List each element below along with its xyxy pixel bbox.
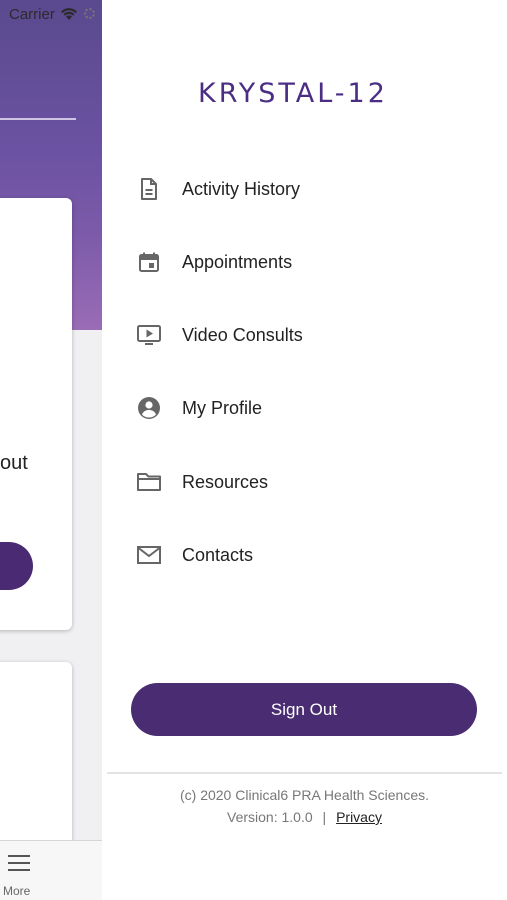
privacy-link[interactable]: Privacy	[336, 809, 382, 825]
tab-bar: More	[0, 840, 102, 900]
background-app: out More	[0, 0, 102, 900]
version-text: Version: 1.0.0	[227, 809, 313, 825]
menu-item-appointments[interactable]: Appointments	[102, 232, 507, 292]
background-hero-divider	[0, 118, 76, 120]
menu-item-contacts[interactable]: Contacts	[102, 525, 507, 585]
calendar-icon	[136, 249, 162, 275]
sign-out-button[interactable]: Sign Out	[131, 683, 477, 736]
video-play-icon	[136, 322, 162, 348]
copyright-text: (c) 2020 Clinical6 PRA Health Sciences.	[179, 787, 429, 803]
background-card-text: out	[0, 452, 28, 474]
menu-item-video-consults[interactable]: Video Consults	[102, 305, 507, 365]
document-icon	[136, 176, 162, 202]
tab-more-label[interactable]: More	[3, 884, 30, 898]
menu-label-activity-history: Activity History	[182, 178, 301, 199]
mail-icon	[136, 542, 162, 568]
app-logo: KRYSTAL-12	[198, 78, 388, 109]
menu-label-resources: Resources	[182, 471, 269, 492]
background-card-secondary	[0, 662, 72, 862]
menu-item-resources[interactable]: Resources	[102, 452, 507, 512]
menu-label-appointments: Appointments	[182, 251, 293, 272]
footer-separator: |	[322, 809, 327, 825]
folder-icon	[136, 469, 162, 495]
menu-label-contacts: Contacts	[182, 544, 254, 565]
version-row: Version: 1.0.0 | Privacy	[102, 809, 507, 825]
footer-divider	[107, 772, 502, 774]
menu-item-my-profile[interactable]: My Profile	[102, 378, 507, 438]
menu-item-activity-history[interactable]: Activity History	[102, 159, 507, 219]
account-circle-icon	[136, 395, 162, 421]
side-drawer: KRYSTAL-12 Activity History Appointments…	[102, 0, 507, 900]
menu-icon[interactable]	[8, 855, 30, 871]
menu-label-video-consults: Video Consults	[182, 324, 303, 345]
menu-label-my-profile: My Profile	[182, 397, 263, 418]
